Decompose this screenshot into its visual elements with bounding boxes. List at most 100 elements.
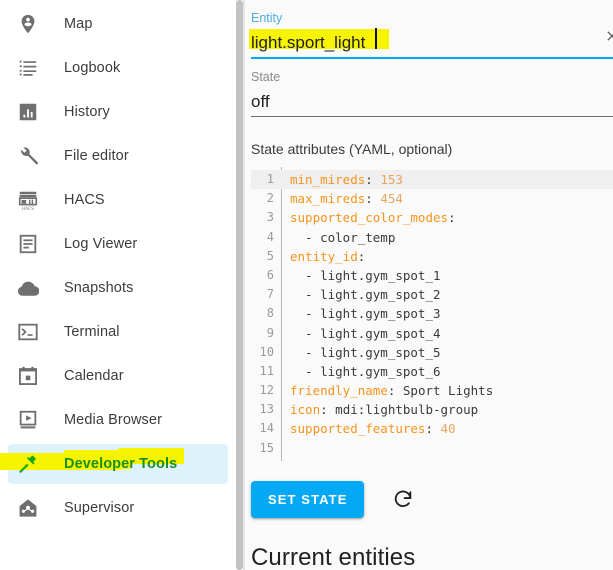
code-text: supported_color_modes: <box>281 208 456 227</box>
sidebar-item-label: Developer Tools <box>64 456 178 472</box>
yaml-code-editor[interactable]: 1 min_mireds: 15 3 2 max_mireds: 454 3 support… <box>251 167 613 461</box>
code-line[interactable]: 8 - light.gym_spot_3 <box>251 304 613 323</box>
state-input-value[interactable]: off <box>251 89 270 115</box>
yaml-key: min_mireds <box>290 172 366 187</box>
line-number: 7 <box>266 287 274 302</box>
map-marker-person-icon <box>8 4 48 44</box>
sidebar-scrollbar[interactable] <box>236 0 243 570</box>
yaml-separator: : <box>425 421 441 437</box>
code-line[interactable]: 1 min_mireds: 153 <box>251 170 613 190</box>
sidebar-item-label: Calendar <box>64 368 124 384</box>
sidebar-item-label: File editor <box>64 148 129 164</box>
sidebar-item-developer-tools[interactable]: Developer Tools <box>0 444 228 484</box>
yaml-key: supported_color_modes <box>290 210 449 226</box>
line-number: 15 <box>259 440 274 455</box>
main-content: Entity light.sport_light State off State… <box>236 0 613 570</box>
line-number: 4 <box>266 229 274 244</box>
sidebar-item-supervisor[interactable]: Supervisor <box>8 488 228 528</box>
code-text: - light.gym_spot_3 <box>281 304 440 323</box>
refresh-icon[interactable] <box>390 486 416 512</box>
state-input-row[interactable]: off <box>251 85 613 115</box>
sidebar-item-label: Snapshots <box>64 280 134 296</box>
action-row: SET STATE <box>251 461 613 518</box>
code-line[interactable]: 3 supported_color_modes: <box>251 208 613 227</box>
line-number: 9 <box>266 325 274 340</box>
code-line[interactable]: 7 - light.gym_spot_2 <box>251 285 613 304</box>
line-number: 2 <box>266 191 274 206</box>
set-state-button[interactable]: SET STATE <box>251 480 365 518</box>
yaml-value: - light.gym_spot_4 <box>290 325 441 341</box>
sidebar-item-calendar[interactable]: Calendar <box>8 356 228 396</box>
yaml-value: - light.gym_spot_1 <box>290 267 441 283</box>
code-line[interactable]: 6 - light.gym_spot_1 <box>251 266 613 285</box>
history-chart-icon <box>8 92 48 132</box>
code-text: - light.gym_spot_1 <box>281 266 441 285</box>
code-line[interactable]: 12 friendly_name: Sport Lights <box>251 381 613 400</box>
code-text: max_mireds: 454 <box>281 189 403 208</box>
yaml-value: mdi:lightbulb-group <box>335 402 479 418</box>
developer-tools-states-page: Map Logbook History File editor HACS HACS Log … <box>0 0 613 570</box>
code-line[interactable]: 11 - light.gym_spot_6 <box>251 362 613 381</box>
sidebar-item-terminal[interactable]: Terminal <box>8 312 228 352</box>
yaml-key: max_mireds <box>290 191 366 207</box>
yaml-value: 454 <box>380 191 403 207</box>
document-lines-icon <box>8 224 48 264</box>
sidebar-nav-list: Map Logbook History File editor HACS HACS Log … <box>0 4 236 528</box>
sidebar-item-log-viewer[interactable]: Log Viewer <box>8 224 228 264</box>
current-entities-title: Current entities <box>251 543 416 570</box>
entity-field[interactable]: Entity light.sport_light <box>249 0 613 59</box>
hacs-store-icon: HACS <box>8 180 48 220</box>
yaml-value: - light.gym_spot_6 <box>290 363 441 379</box>
code-line[interactable]: 4 - color_temp <box>251 228 613 247</box>
sidebar-item-hacs[interactable]: HACS HACS <box>8 180 228 220</box>
close-icon[interactable] <box>604 28 613 49</box>
sidebar-item-label: HACS <box>64 192 105 208</box>
sidebar-item-label: Media Browser <box>64 412 162 428</box>
code-text: - light.gym_spot_2 <box>281 285 440 304</box>
code-line[interactable]: 13 icon: mdi:lightbulb-group <box>251 400 613 419</box>
sidebar-item-history[interactable]: History <box>8 92 228 132</box>
code-text: - light.gym_spot_5 <box>281 343 440 362</box>
yaml-separator: : <box>387 383 403 399</box>
code-line[interactable]: 10 - light.gym_spot_5 <box>251 343 613 362</box>
yaml-value: 40 <box>440 421 456 437</box>
sidebar-scrollbar-thumb[interactable] <box>236 0 243 570</box>
sidebar-item-snapshots[interactable]: Snapshots <box>8 268 228 308</box>
sidebar-item-media-browser[interactable]: Media Browser <box>8 400 228 440</box>
supervisor-home-icon <box>8 488 48 528</box>
yaml-separator: : <box>365 191 381 207</box>
sidebar-item-logbook[interactable]: Logbook <box>8 48 228 88</box>
line-number: 5 <box>266 248 274 263</box>
sidebar-item-file-editor[interactable]: File editor <box>8 136 228 176</box>
sidebar-item-map[interactable]: Map <box>8 4 228 44</box>
entity-field-label: Entity <box>251 11 283 25</box>
text-caret <box>375 28 377 49</box>
sidebar-item-label: Terminal <box>64 324 120 340</box>
line-number: 14 <box>259 421 274 436</box>
sidebar-item-label: Logbook <box>64 60 121 76</box>
code-line[interactable]: 5 entity_id: <box>251 247 613 266</box>
wrench-icon <box>8 136 48 176</box>
code-line[interactable]: 14 supported_features: 40 <box>251 419 613 438</box>
code-text: entity_id: <box>281 247 365 266</box>
line-number: 3 <box>266 210 274 225</box>
code-line[interactable]: 15 <box>251 439 613 458</box>
sidebar-item-label: History <box>64 104 110 120</box>
code-line[interactable]: 2 max_mireds: 454 <box>251 189 613 208</box>
code-text: - light.gym_spot_4 <box>281 324 441 343</box>
yaml-key: friendly_name <box>290 383 388 399</box>
logbook-list-icon <box>8 48 48 88</box>
sidebar-item-label: Supervisor <box>64 500 135 516</box>
sidebar-item-label: Log Viewer <box>64 236 138 252</box>
entity-input-value[interactable]: light.sport_light <box>251 30 365 56</box>
yaml-separator: : <box>365 172 381 187</box>
line-number: 8 <box>266 306 274 321</box>
line-number: 11 <box>259 363 274 378</box>
code-line[interactable]: 9 - light.gym_spot_4 <box>251 324 613 343</box>
state-field[interactable]: State off <box>251 59 613 117</box>
line-number: 1 <box>266 172 274 186</box>
cloud-icon <box>8 268 48 308</box>
entity-input-row[interactable]: light.sport_light <box>249 26 613 56</box>
calendar-icon <box>8 356 48 396</box>
state-field-label: State <box>251 70 281 84</box>
